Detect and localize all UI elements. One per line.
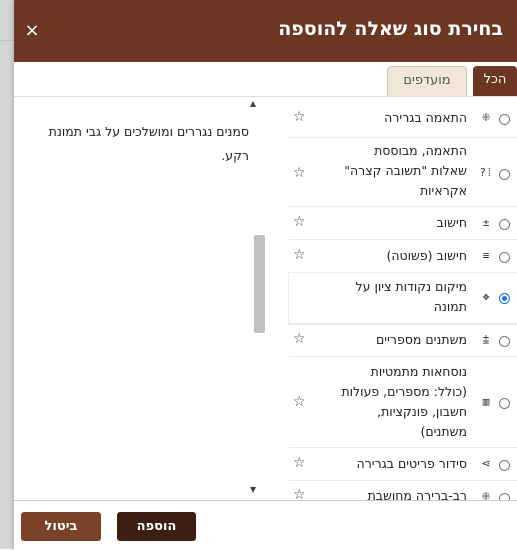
ordering-icon: ⋗ — [481, 457, 491, 470]
calculated-multichoice-icon: ⁜ — [481, 490, 491, 500]
dialog-title: בחירת סוג שאלה להוספה — [278, 18, 503, 40]
calculated-icon: ± — [482, 216, 490, 229]
question-type-dialog: בחירת סוג שאלה להוספה × הכל מועדפים ⁜ הת… — [14, 0, 517, 550]
formulas-icon: ▥ — [482, 395, 490, 408]
tab-favorites[interactable]: מועדפים — [387, 66, 467, 96]
star-outline-icon[interactable]: ☆ — [293, 109, 306, 125]
question-type-label: התאמה בגרירה — [384, 110, 467, 125]
drag-match-icon: ⁜ — [481, 111, 491, 124]
backdrop-divider — [0, 40, 14, 41]
dialog-header: בחירת סוג שאלה להוספה × — [14, 0, 517, 62]
question-type-label: חישוב (פשוטה) — [386, 248, 467, 263]
list-item-selected[interactable]: ✥ מיקום נקודות ציון על תמונה — [289, 273, 517, 324]
question-type-description: סמנים נגררים ומושלכים על גבי תמונת רקע. — [48, 124, 249, 163]
radio-button[interactable] — [499, 493, 510, 500]
star-outline-icon[interactable]: ☆ — [293, 394, 306, 410]
dialog-footer: הוספה ביטול — [14, 500, 517, 550]
radio-button[interactable] — [499, 398, 510, 409]
question-type-label: רב-ברירה מחושבת — [367, 488, 467, 500]
tab-bar: הכל מועדפים — [14, 62, 517, 97]
question-type-label: משתנים מספריים — [376, 332, 467, 347]
scroll-up-icon[interactable]: ▲ — [250, 99, 256, 108]
list-item[interactable]: ⩲ משתנים מספריים ☆ — [289, 324, 517, 357]
radio-button-checked[interactable] — [499, 293, 510, 304]
star-outline-icon[interactable]: ☆ — [293, 247, 306, 263]
radio-button[interactable] — [499, 460, 510, 471]
tab-all[interactable]: הכל — [473, 66, 517, 96]
list-item[interactable]: ▥ נוסחאות מתמטיות (כולל: מספרים, פעולות … — [289, 357, 517, 448]
question-type-label: חישוב — [436, 215, 467, 230]
star-outline-icon[interactable]: ☆ — [293, 455, 306, 471]
list-item[interactable]: ≡ חישוב (פשוטה) ☆ — [289, 240, 517, 273]
close-icon[interactable]: × — [24, 20, 40, 41]
list-item[interactable]: ⁞? התאמה, מבוססת שאלות "תשובה קצרה" אקרא… — [289, 138, 517, 207]
list-item[interactable]: ⁜ התאמה בגרירה ☆ — [289, 98, 517, 138]
drag-markers-icon: ✥ — [482, 290, 490, 303]
star-outline-icon[interactable]: ☆ — [293, 165, 306, 181]
list-item[interactable]: ⋗ סידור פריטים בגרירה ☆ — [289, 448, 517, 481]
backdrop-sidebar — [0, 0, 14, 549]
radio-button[interactable] — [499, 169, 510, 180]
question-type-list: ⁜ התאמה בגרירה ☆ ⁞? התאמה, מבוססת שאלות … — [285, 97, 517, 500]
list-item[interactable]: ± חישוב ☆ — [289, 207, 517, 240]
numeric-variables-icon: ⩲ — [482, 333, 490, 346]
radio-button[interactable] — [499, 114, 510, 125]
question-type-label: התאמה, מבוססת שאלות "תשובה קצרה" אקראיות — [344, 143, 467, 198]
cancel-button[interactable]: ביטול — [21, 512, 101, 541]
radio-button[interactable] — [499, 252, 510, 263]
list-item[interactable]: ⁜ רב-ברירה מחושבת ☆ — [289, 481, 517, 500]
question-type-label: סידור פריטים בגרירה — [356, 456, 467, 471]
radio-button[interactable] — [499, 219, 510, 230]
random-short-answer-match-icon: ⁞? — [479, 166, 493, 179]
star-outline-icon[interactable]: ☆ — [293, 214, 306, 230]
question-type-label: נוסחאות מתמטיות (כולל: מספרים, פעולות חש… — [341, 364, 467, 439]
question-type-label: מיקום נקודות ציון על תמונה — [355, 279, 467, 314]
radio-button[interactable] — [499, 336, 510, 347]
add-button[interactable]: הוספה — [117, 512, 196, 541]
star-outline-icon[interactable]: ☆ — [293, 331, 306, 347]
calculated-simple-icon: ≡ — [482, 249, 490, 262]
scrollbar-thumb[interactable] — [254, 235, 265, 333]
star-outline-icon[interactable]: ☆ — [293, 487, 306, 500]
scroll-down-icon[interactable]: ▼ — [250, 485, 256, 494]
